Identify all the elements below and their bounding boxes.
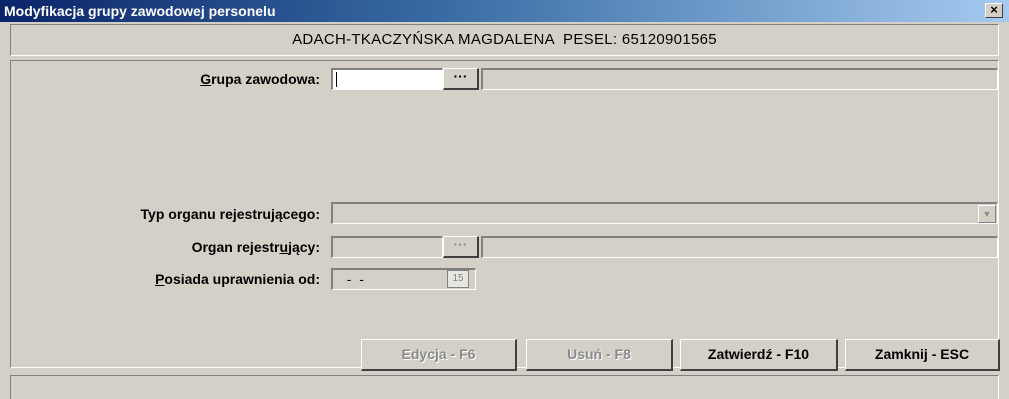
window-title: Modyfikacja grupy zawodowej personelu — [4, 3, 276, 19]
title-bar: Modyfikacja grupy zawodowej personelu × — [0, 0, 1009, 22]
zatwierdz-button[interactable]: Zatwierdź - F10 — [680, 339, 838, 371]
person-info: ADACH-TKACZYŃSKA MAGDALENA PESEL: 651209… — [292, 31, 717, 48]
person-header: ADACH-TKACZYŃSKA MAGDALENA PESEL: 651209… — [10, 24, 999, 56]
edycja-button[interactable]: Edycja - F6 — [361, 339, 517, 371]
grupa-zawodowa-label: Grupa zawodowa: — [200, 71, 320, 87]
form-panel: Grupa zawodowa: ··· Typ organu rejestruj… — [10, 60, 1000, 371]
zamknij-button[interactable]: Zamknij - ESC — [845, 339, 1000, 371]
posiada-uprawnienia-label: Posiada uprawnienia od: — [155, 271, 320, 287]
grupa-zawodowa-browse-button[interactable]: ··· — [443, 68, 479, 90]
close-icon: × — [990, 2, 998, 17]
ellipsis-icon: ··· — [453, 236, 468, 252]
grupa-zawodowa-description — [481, 68, 998, 90]
organ-rejestrujacy-label: Organ rejestrujący: — [191, 239, 320, 255]
status-bar — [10, 375, 999, 399]
chevron-down-icon: ▼ — [982, 209, 992, 219]
posiada-uprawnienia-date-input[interactable]: - - 15 — [331, 268, 476, 290]
dialog-window: Modyfikacja grupy zawodowej personelu × … — [0, 0, 1009, 399]
ellipsis-icon: ··· — [453, 68, 468, 84]
typ-organu-select[interactable]: ▼ — [331, 202, 998, 224]
usun-button[interactable]: Usuń - F8 — [526, 339, 673, 371]
grupa-zawodowa-input[interactable] — [331, 68, 443, 90]
typ-organu-label: Typ organu rejestrującego: — [140, 206, 320, 222]
text-caret — [336, 72, 337, 87]
organ-rejestrujacy-browse-button[interactable]: ··· — [443, 236, 479, 258]
typ-organu-dropdown-button[interactable]: ▼ — [978, 205, 996, 223]
calendar-icon[interactable]: 15 — [447, 270, 469, 288]
close-button[interactable]: × — [985, 3, 1003, 18]
organ-rejestrujacy-input[interactable] — [331, 236, 443, 258]
organ-rejestrujacy-description — [481, 236, 998, 258]
